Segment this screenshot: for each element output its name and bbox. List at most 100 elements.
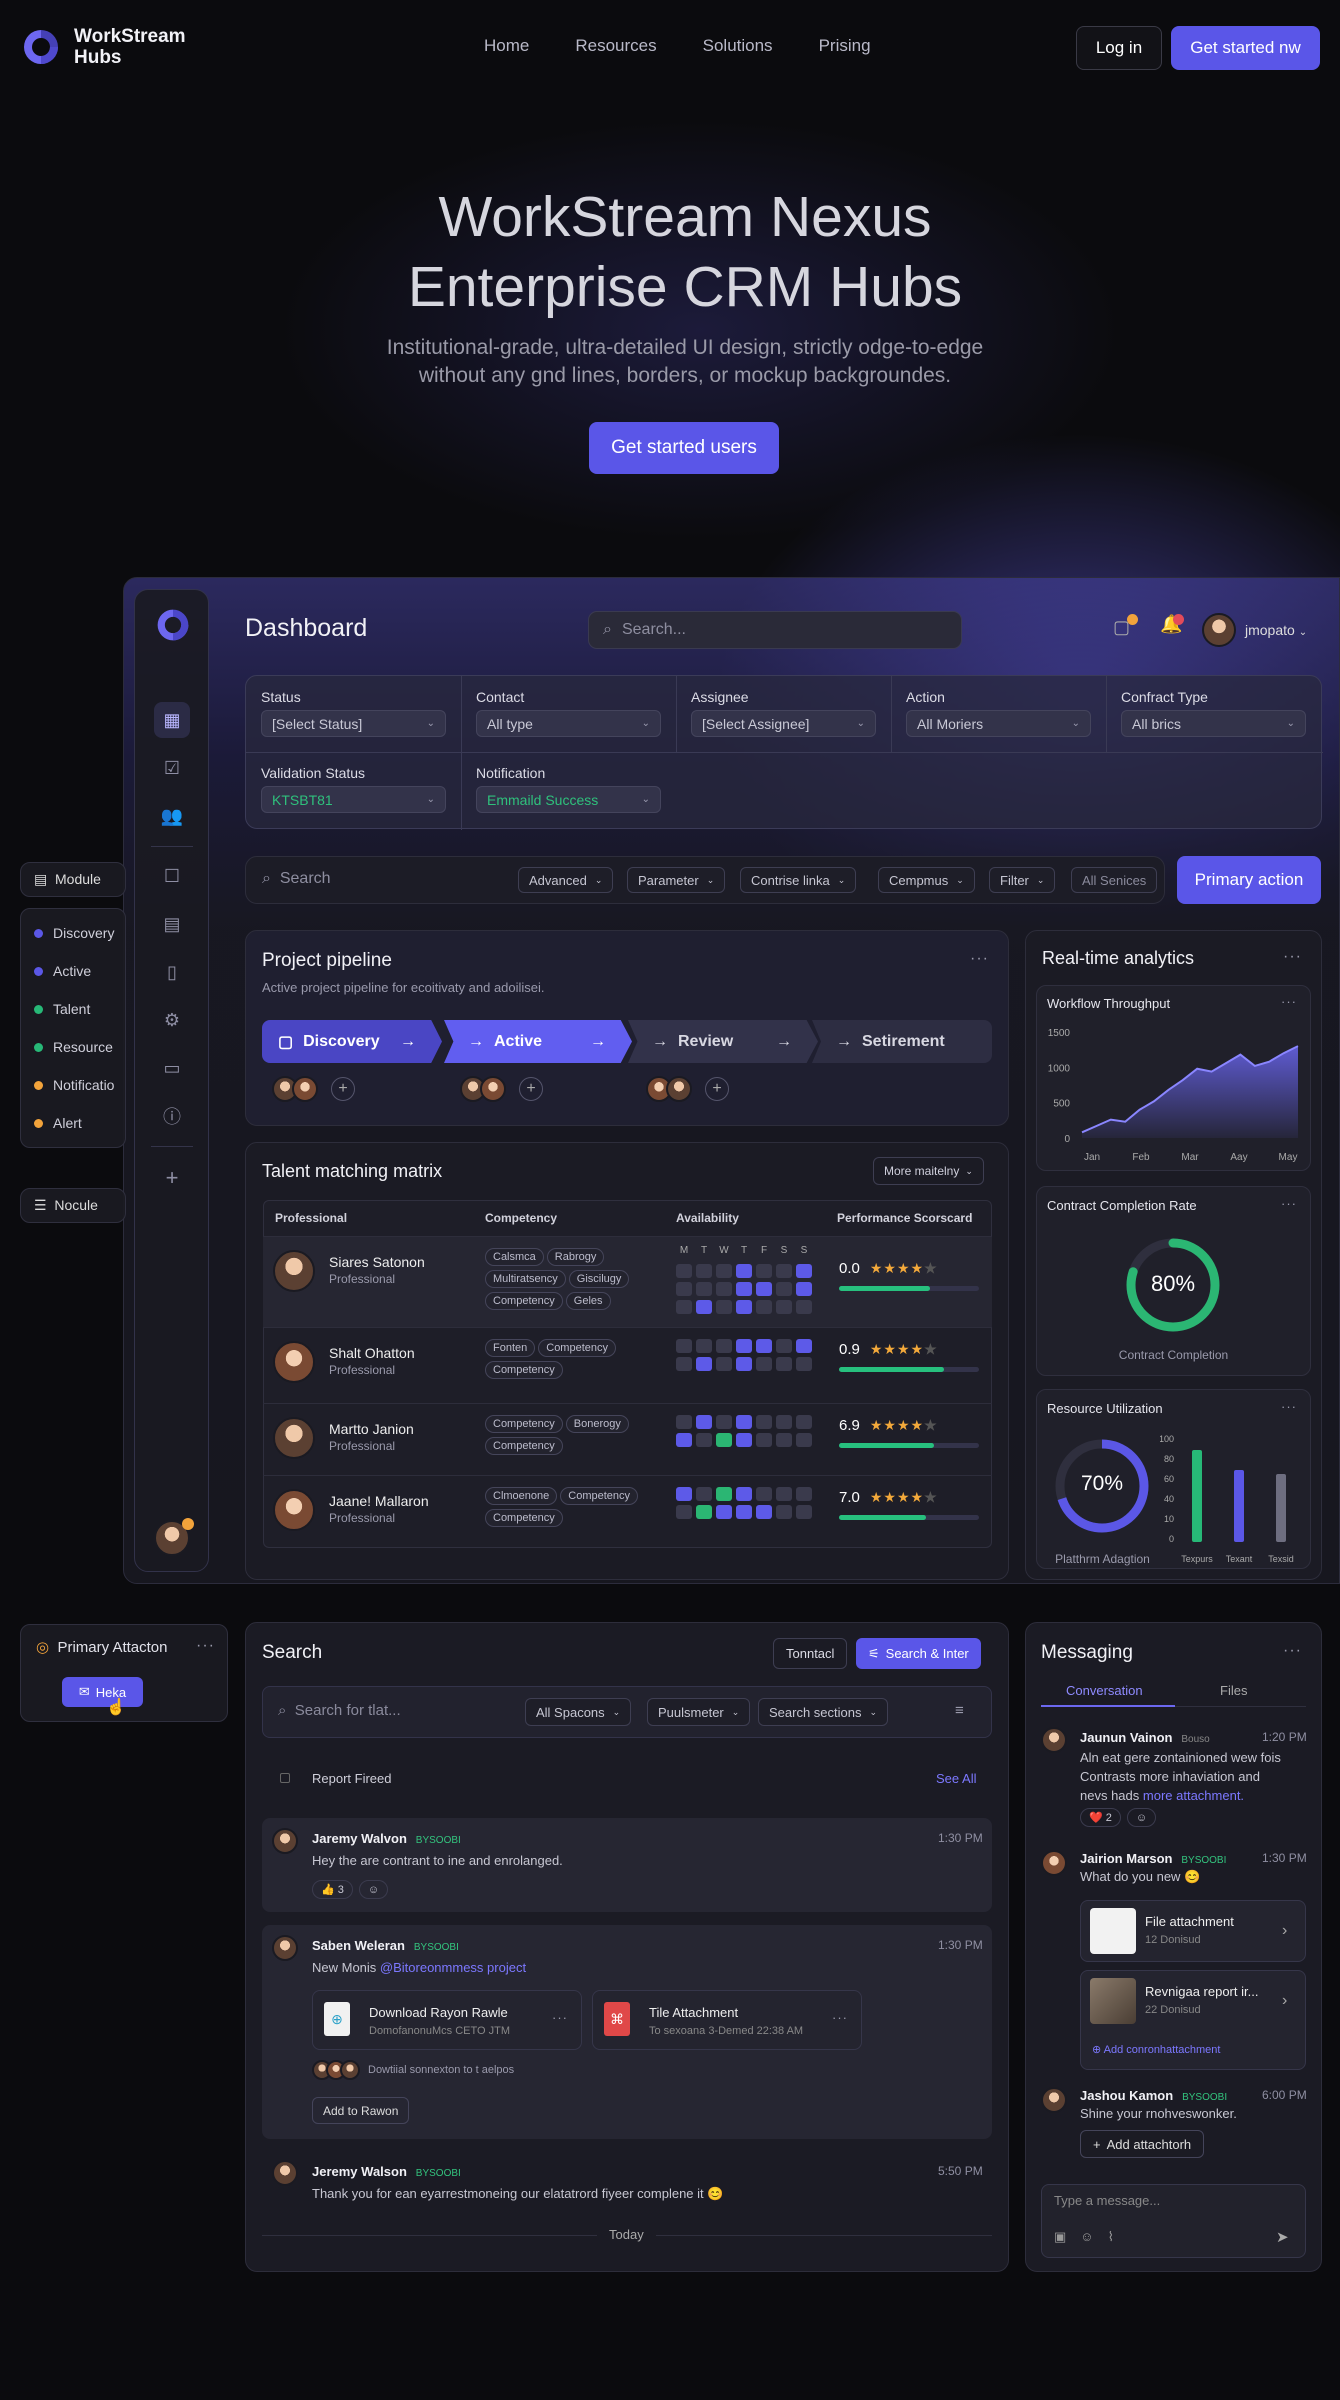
nav-pricing[interactable]: Prising	[819, 36, 871, 56]
legend-item[interactable]: Discovery	[34, 925, 114, 941]
legend-item[interactable]: Talent	[34, 1001, 90, 1017]
send-icon[interactable]: ➤	[1276, 2228, 1289, 2246]
stage-review[interactable]: → Review →	[628, 1020, 818, 1063]
more-icon[interactable]: ···	[1283, 948, 1302, 966]
advanced-chip[interactable]: Advanced ⌄	[518, 867, 614, 893]
more-icon[interactable]: ···	[832, 2010, 848, 2025]
campus-chip[interactable]: Cempmus ⌄	[878, 867, 975, 893]
stage-discovery[interactable]: ▢ Discovery →	[262, 1020, 442, 1063]
tab-conversation[interactable]: Conversation	[1066, 1683, 1143, 1698]
attach-icon[interactable]: ⌇	[1108, 2229, 1114, 2245]
filter-search-input[interactable]: ⌕ Search	[262, 870, 331, 888]
arrow-icon: →	[776, 1032, 792, 1050]
add-to-button[interactable]: Add to Rawon	[312, 2097, 410, 2124]
add-attachment-button[interactable]: + Add attachtorh	[1080, 2130, 1205, 2158]
file-attachment[interactable]	[312, 1990, 582, 2050]
primary-action-button[interactable]: Primary action	[1177, 856, 1321, 904]
grid-icon[interactable]: ▦	[154, 702, 190, 738]
contact-select[interactable]: All type ⌄	[476, 710, 661, 737]
get-started-button[interactable]: Get started nw	[1171, 26, 1320, 70]
more-icon[interactable]: ···	[970, 950, 989, 968]
avatar	[273, 1417, 315, 1459]
more-dropdown[interactable]: More maitelny ⌄	[873, 1157, 984, 1185]
folder-icon[interactable]: ▭	[154, 1050, 190, 1086]
add-reaction-icon[interactable]: ☺	[358, 1880, 389, 1899]
sidebar-logo-icon[interactable]	[154, 606, 192, 644]
spaces-chip[interactable]: All Spacons ⌄	[525, 1698, 632, 1726]
more-icon[interactable]: ···	[1281, 1399, 1297, 1414]
more-icon[interactable]: ···	[552, 2010, 568, 2025]
user-avatar[interactable]	[1202, 613, 1236, 647]
reaction-thumbs[interactable]: 👍 3	[312, 1880, 353, 1899]
more-icon[interactable]: ···	[1281, 1196, 1297, 1211]
file-attachment[interactable]	[592, 1990, 862, 2050]
report-checkbox[interactable]	[280, 1773, 290, 1783]
search-inter-button[interactable]: ⚟ Search & Inter	[856, 1638, 981, 1669]
task-icon[interactable]: ☐	[154, 858, 190, 894]
add-member-icon[interactable]: +	[705, 1077, 729, 1101]
notification-select[interactable]: Emmaild Success ⌄	[476, 786, 661, 813]
parameter-chip[interactable]: Parameter ⌄	[627, 867, 726, 893]
users-icon[interactable]: 👥	[154, 798, 190, 834]
sections-chip[interactable]: Search sections ⌄	[758, 1698, 889, 1726]
more-icon[interactable]: ···	[196, 1637, 215, 1655]
chevron-right-icon[interactable]: ›	[1282, 1992, 1287, 2010]
emoji-icon[interactable]: ☺	[1080, 2229, 1093, 2245]
hero-cta-button[interactable]: Get started users	[589, 422, 779, 474]
image-icon[interactable]: ▣	[1054, 2229, 1066, 2245]
add-member-icon[interactable]: +	[519, 1077, 543, 1101]
contract-type-select[interactable]: All brics ⌄	[1121, 710, 1306, 737]
validation-status-select[interactable]: KTSBT81 ⌄	[261, 786, 446, 813]
status-dot	[182, 1518, 194, 1530]
search-input[interactable]: ⌕ Search...	[588, 611, 962, 649]
parameter-chip[interactable]: Puulsmeter ⌄	[647, 1698, 751, 1726]
add-reaction-icon[interactable]: ☺	[1126, 1808, 1157, 1827]
stage-active[interactable]: → Active →	[444, 1020, 632, 1063]
contact-button[interactable]: Tonntacl	[773, 1638, 848, 1669]
avatar	[272, 1828, 298, 1854]
services-chip[interactable]: All Senices	[1071, 867, 1158, 893]
chevron-right-icon[interactable]: ›	[1282, 1922, 1287, 1940]
legend-item[interactable]: Notificatio	[34, 1077, 114, 1093]
add-icon[interactable]: +	[154, 1160, 190, 1196]
primary-action-title: ◎ Primary Attacton	[36, 1639, 168, 1656]
nav-solutions[interactable]: Solutions	[703, 36, 773, 56]
nav-home[interactable]: Home	[484, 36, 529, 56]
legend-item[interactable]: Resource	[34, 1039, 113, 1055]
message-header: Jaremy Walvon BYSOOBI	[312, 1831, 461, 1846]
action-select[interactable]: All Moriers ⌄	[906, 710, 1091, 737]
message-time: 5:50 PM	[938, 2164, 983, 2178]
info-icon[interactable]: ⓘ	[154, 1098, 190, 1134]
message-time: 1:20 PM	[1262, 1730, 1307, 1744]
sort-icon[interactable]: ≡	[955, 1702, 964, 1719]
reaction-heart[interactable]: ❤️ 2	[1080, 1808, 1121, 1827]
more-icon[interactable]: ···	[1283, 1642, 1302, 1660]
competency-tags: Clmoenone CompetencyCompetency	[485, 1485, 655, 1529]
feed-search-input[interactable]: ⌕ Search for tlat...	[278, 1702, 401, 1719]
status-select[interactable]: [Select Status] ⌄	[261, 710, 446, 737]
assignee-select[interactable]: [Select Assignee] ⌄	[691, 710, 876, 737]
more-icon[interactable]: ···	[1281, 994, 1297, 1009]
document-icon[interactable]: ▯	[154, 954, 190, 990]
user-menu[interactable]: jmopato ⌄	[1245, 622, 1307, 638]
legend-item[interactable]: Active	[34, 963, 91, 979]
add-member-icon[interactable]: +	[331, 1077, 355, 1101]
brand-logo[interactable]: WorkStream Hubs	[20, 26, 194, 68]
login-button[interactable]: Log in	[1076, 26, 1162, 70]
chat-badge	[1127, 614, 1138, 625]
message-input[interactable]: Type a message...	[1054, 2193, 1160, 2208]
rating-stars: ★★★★★	[869, 1417, 938, 1433]
y-tick: 60	[1164, 1474, 1174, 1484]
calendar-icon[interactable]: ▤	[154, 906, 190, 942]
filter-chip[interactable]: Filter ⌄	[989, 867, 1056, 893]
see-all-link[interactable]: See All	[936, 1771, 976, 1786]
stage-retirement[interactable]: → Setirement	[812, 1020, 992, 1063]
settings-icon[interactable]: ⚙	[154, 1002, 190, 1038]
nav-resources[interactable]: Resources	[575, 36, 656, 56]
add-attachment-link[interactable]: ⊕ Add conronhattachment	[1092, 2043, 1220, 2056]
tab-files[interactable]: Files	[1220, 1683, 1247, 1698]
checklist-icon[interactable]: ☑	[154, 750, 190, 786]
contract-chip[interactable]: Contrise linka ⌄	[740, 867, 857, 893]
legend-item[interactable]: Alert	[34, 1115, 82, 1131]
heka-button[interactable]: ✉ Heka	[62, 1677, 143, 1707]
